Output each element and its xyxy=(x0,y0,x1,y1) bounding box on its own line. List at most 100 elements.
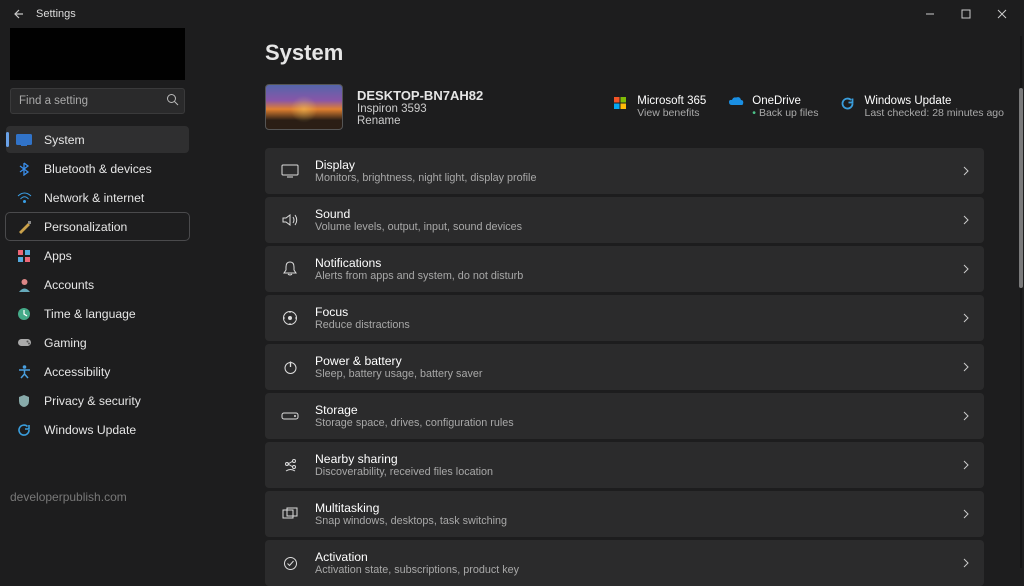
minimize-icon xyxy=(925,9,935,19)
back-arrow-icon xyxy=(12,8,24,20)
sidebar-item-label: Accessibility xyxy=(44,365,110,379)
sidebar-item-label: Bluetooth & devices xyxy=(44,162,152,176)
shield-icon xyxy=(14,393,34,409)
device-model: Inspiron 3593 xyxy=(357,103,483,115)
sidebar-item-label: Apps xyxy=(44,249,72,263)
sidebar-item-bluetooth[interactable]: Bluetooth & devices xyxy=(6,155,189,182)
sidebar-item-label: Privacy & security xyxy=(44,394,141,408)
search-icon xyxy=(166,93,179,106)
power-icon xyxy=(279,360,301,375)
chevron-right-icon xyxy=(962,558,970,568)
card-display[interactable]: DisplayMonitors, brightness, night light… xyxy=(265,148,984,194)
header-link-title: OneDrive xyxy=(752,95,818,107)
header-link-title: Windows Update xyxy=(864,95,1004,107)
sidebar-item-label: Windows Update xyxy=(44,423,136,437)
header-link-sub: View benefits xyxy=(637,107,706,119)
card-activation[interactable]: ActivationActivation state, subscription… xyxy=(265,540,984,586)
sidebar-item-update[interactable]: Windows Update xyxy=(6,416,189,443)
sidebar-item-personalization[interactable]: Personalization xyxy=(6,213,189,240)
sidebar-item-label: Personalization xyxy=(44,220,127,234)
sidebar-item-label: Network & internet xyxy=(44,191,144,205)
scrollbar-thumb[interactable] xyxy=(1019,88,1023,288)
device-image[interactable] xyxy=(265,84,343,130)
chevron-right-icon xyxy=(962,264,970,274)
device-rename-link[interactable]: Rename xyxy=(357,115,483,127)
card-desc: Activation state, subscriptions, product… xyxy=(315,564,519,576)
close-button[interactable] xyxy=(984,0,1020,28)
sidebar-item-system[interactable]: System xyxy=(6,126,189,153)
chevron-right-icon xyxy=(962,166,970,176)
chevron-right-icon xyxy=(962,411,970,421)
content: System DESKTOP-BN7AH82 Inspiron 3593 Ren… xyxy=(195,28,1024,576)
sidebar-item-label: Time & language xyxy=(44,307,136,321)
card-desc: Storage space, drives, configuration rul… xyxy=(315,417,514,429)
sidebar-item-accessibility[interactable]: Accessibility xyxy=(6,358,189,385)
accessibility-icon xyxy=(14,364,34,380)
header-link-sub: Last checked: 28 minutes ago xyxy=(864,107,1004,119)
card-title: Display xyxy=(315,158,536,172)
search-input[interactable] xyxy=(10,88,185,114)
sidebar-item-label: System xyxy=(44,133,85,147)
sidebar-item-accounts[interactable]: Accounts xyxy=(6,271,189,298)
bluetooth-icon xyxy=(14,161,34,177)
card-desc: Discoverability, received files location xyxy=(315,466,493,478)
clock-icon xyxy=(14,306,34,322)
card-notifications[interactable]: NotificationsAlerts from apps and system… xyxy=(265,246,984,292)
bell-icon xyxy=(279,261,301,277)
chevron-right-icon xyxy=(962,460,970,470)
chevron-right-icon xyxy=(962,362,970,372)
share-icon xyxy=(279,458,301,473)
card-desc: Snap windows, desktops, task switching xyxy=(315,515,507,527)
sidebar-item-gaming[interactable]: Gaming xyxy=(6,329,189,356)
window-title: Settings xyxy=(36,8,76,20)
card-sound[interactable]: SoundVolume levels, output, input, sound… xyxy=(265,197,984,243)
sidebar-item-time[interactable]: Time & language xyxy=(6,300,189,327)
page-title: System xyxy=(265,40,1004,66)
system-icon xyxy=(14,132,34,148)
sound-icon xyxy=(279,213,301,227)
device-name: DESKTOP-BN7AH82 xyxy=(357,88,483,103)
card-title: Sound xyxy=(315,207,522,221)
card-title: Notifications xyxy=(315,256,523,270)
sidebar-item-apps[interactable]: Apps xyxy=(6,242,189,269)
chevron-right-icon xyxy=(962,509,970,519)
onedrive-icon xyxy=(728,96,744,112)
card-title: Focus xyxy=(315,305,410,319)
card-desc: Monitors, brightness, night light, displ… xyxy=(315,172,536,184)
profile-block[interactable] xyxy=(10,28,185,80)
chevron-right-icon xyxy=(962,313,970,323)
header-link-ms365[interactable]: Microsoft 365View benefits xyxy=(613,95,706,119)
card-desc: Volume levels, output, input, sound devi… xyxy=(315,221,522,233)
card-power[interactable]: Power & batterySleep, battery usage, bat… xyxy=(265,344,984,390)
card-focus[interactable]: FocusReduce distractions xyxy=(265,295,984,341)
close-icon xyxy=(997,9,1007,19)
card-desc: Sleep, battery usage, battery saver xyxy=(315,368,482,380)
card-nearby[interactable]: Nearby sharingDiscoverability, received … xyxy=(265,442,984,488)
storage-icon xyxy=(279,411,301,421)
display-icon xyxy=(279,164,301,178)
header-link-onedrive[interactable]: OneDrive•Back up files xyxy=(728,95,818,119)
minimize-button[interactable] xyxy=(912,0,948,28)
sidebar-item-label: Gaming xyxy=(44,336,87,350)
card-title: Activation xyxy=(315,550,519,564)
ms365-icon xyxy=(613,96,629,112)
windows-update-icon xyxy=(840,96,856,112)
card-title: Multitasking xyxy=(315,501,507,515)
sidebar-item-privacy[interactable]: Privacy & security xyxy=(6,387,189,414)
chevron-right-icon xyxy=(962,215,970,225)
card-multitasking[interactable]: MultitaskingSnap windows, desktops, task… xyxy=(265,491,984,537)
maximize-button[interactable] xyxy=(948,0,984,28)
update-icon xyxy=(14,422,34,438)
sidebar: System Bluetooth & devices Network & int… xyxy=(0,28,195,576)
header-link-title: Microsoft 365 xyxy=(637,95,706,107)
titlebar: Settings xyxy=(0,0,1024,28)
header-link-update[interactable]: Windows UpdateLast checked: 28 minutes a… xyxy=(840,95,1004,119)
gaming-icon xyxy=(14,335,34,351)
back-button[interactable] xyxy=(4,0,32,28)
sidebar-item-network[interactable]: Network & internet xyxy=(6,184,189,211)
card-storage[interactable]: StorageStorage space, drives, configurat… xyxy=(265,393,984,439)
check-circle-icon xyxy=(279,556,301,571)
header-link-sub: •Back up files xyxy=(752,107,818,119)
sidebar-item-label: Accounts xyxy=(44,278,94,292)
multitask-icon xyxy=(279,507,301,521)
